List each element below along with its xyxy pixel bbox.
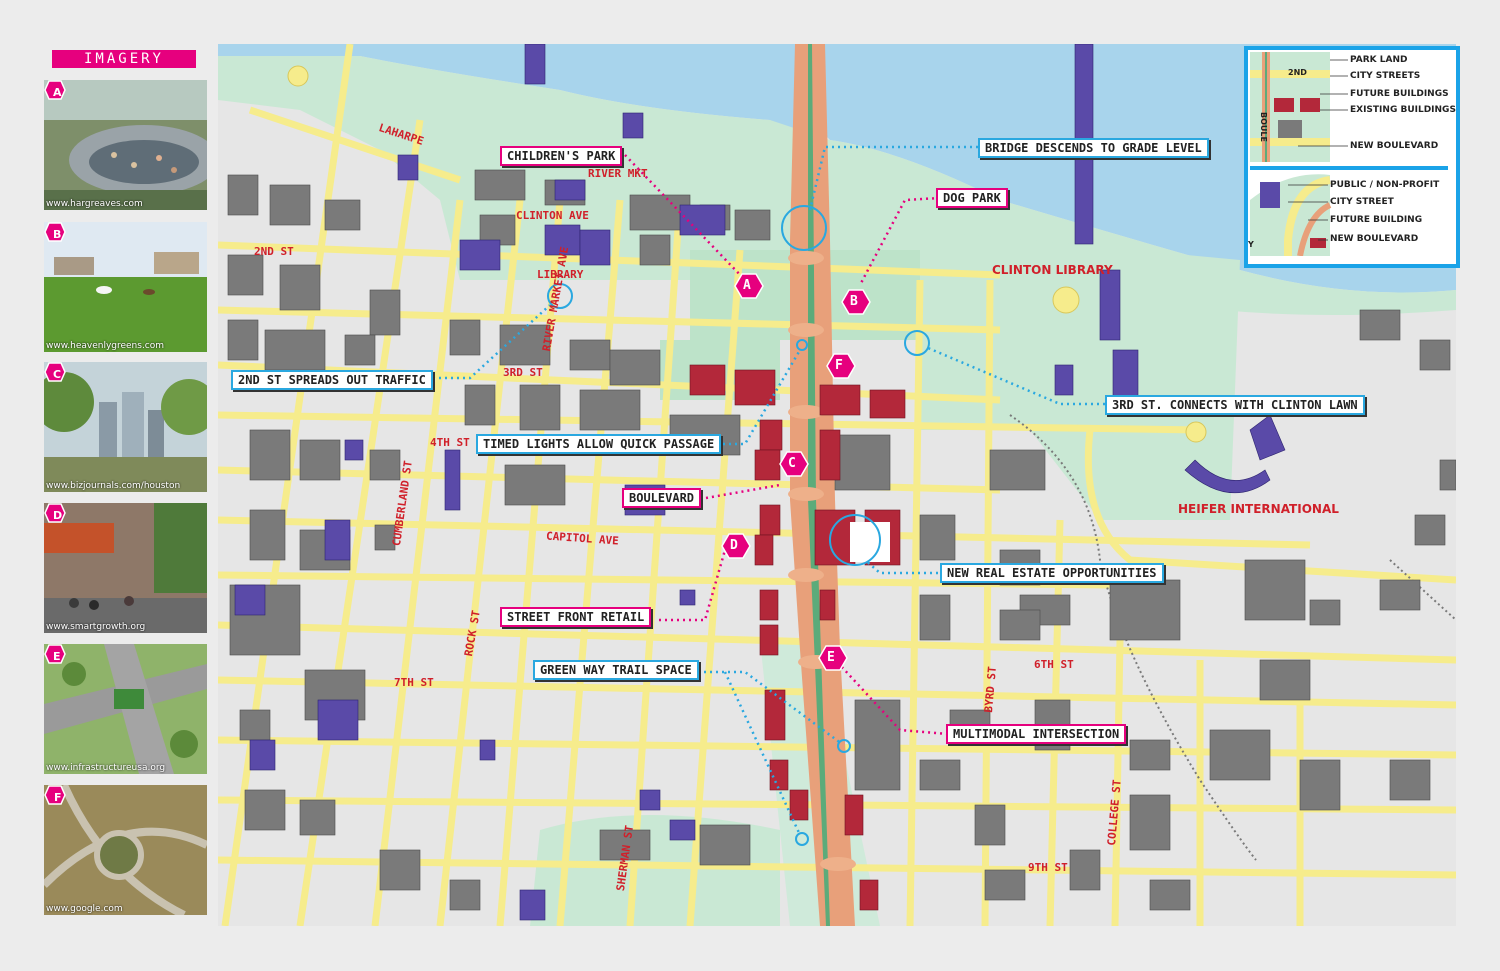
legend-side-label: BOULE (1259, 112, 1268, 142)
marker-a-letter: A (743, 278, 751, 293)
thumbnail-credit: www.heavenlygreens.com (46, 341, 165, 351)
street-retail-photo (44, 503, 207, 633)
intersection-rendering (44, 644, 207, 774)
boulevard-photo (44, 362, 207, 492)
imagery-title: IMAGERY (52, 50, 196, 68)
map-legend: 2ND BOULE PARK LAND CITY STREETS FUTURE … (1244, 46, 1460, 268)
callout-bridge-descends[interactable]: BRIDGE DESCENDS TO GRADE LEVEL (978, 138, 1209, 158)
callout-green-way-trail[interactable]: GREEN WAY TRAIL SPACE (533, 660, 699, 680)
thumbnail-credit: www.smartgrowth.org (46, 622, 146, 632)
legend-item-existing-buildings: EXISTING BUILDINGS (1350, 105, 1456, 115)
thumbnail-b-dog-park[interactable]: B www.heavenlygreens.com (44, 222, 207, 352)
thumbnail-credit: www.infrastructureusa.org (46, 763, 166, 773)
thumbnail-credit: www.bizjournals.com/houston (46, 481, 181, 491)
legend-item-public-non-profit: PUBLIC / NON-PROFIT (1330, 180, 1440, 190)
river-loop-circle (287, 65, 309, 87)
callout-street-front-retail[interactable]: STREET FRONT RETAIL (500, 607, 652, 627)
marker-e-letter: E (827, 650, 835, 665)
callout-2nd-st-spreads[interactable]: 2ND ST SPREADS OUT TRAFFIC (231, 370, 433, 390)
marker-f-letter: F (54, 791, 62, 804)
thumbnail-e-intersection[interactable]: E www.infrastructureusa.org (44, 644, 207, 774)
thumbnail-credit: www.hargreaves.com (46, 199, 143, 209)
callout-childrens-park[interactable]: CHILDREN'S PARK (500, 146, 623, 166)
clinton-library-circle (1052, 286, 1080, 314)
legend-item-new-boulevard: NEW BOULEVARD (1350, 141, 1439, 151)
marker-d-letter: D (730, 538, 738, 553)
thumbnail-d-street-retail[interactable]: D www.smartgrowth.org (44, 503, 207, 633)
legend-item-city-street: CITY STREET (1330, 197, 1394, 207)
callout-dog-park[interactable]: DOG PARK (936, 188, 1008, 208)
real-estate-site (850, 522, 890, 562)
legend-item-city-streets: CITY STREETS (1350, 71, 1421, 81)
callout-boulevard[interactable]: BOULEVARD (622, 488, 702, 508)
legend-item-new-boulevard-2: NEW BOULEVARD (1330, 234, 1419, 244)
callout-multimodal-intersection[interactable]: MULTIMODAL INTERSECTION (946, 724, 1127, 744)
marker-c-letter: C (53, 368, 62, 381)
callout-timed-lights[interactable]: TIMED LIGHTS ALLOW QUICK PASSAGE (476, 434, 722, 454)
callout-new-real-estate[interactable]: NEW REAL ESTATE OPPORTUNITIES (940, 563, 1164, 583)
thumbnail-f-interchange[interactable]: F www.google.com (44, 785, 207, 915)
marker-b-letter: B (850, 294, 858, 309)
marker-c-letter: C (788, 456, 796, 471)
marker-a-letter: A (53, 86, 62, 99)
marker-d-letter: D (53, 509, 63, 522)
legend-street-label: 2ND (1288, 68, 1307, 77)
fountain-plaza-photo (44, 80, 207, 210)
interchange-aerial-photo (44, 785, 207, 915)
thumbnail-c-boulevard[interactable]: C www.bizjournals.com/houston (44, 362, 207, 492)
legend-item-future-buildings: FUTURE BUILDINGS (1350, 89, 1449, 99)
marker-f-letter: F (835, 358, 843, 373)
heifer-circle (1185, 421, 1207, 443)
thumbnail-credit: www.google.com (46, 904, 123, 914)
legend-item-park-land: PARK LAND (1350, 55, 1408, 65)
thumbnail-a-fountain-plaza[interactable]: A www.hargreaves.com (44, 80, 207, 210)
callout-3rd-st-connects[interactable]: 3RD ST. CONNECTS WITH CLINTON LAWN (1105, 395, 1365, 415)
legend-item-future-building: FUTURE BUILDING (1330, 215, 1423, 225)
marker-b-letter: B (53, 228, 62, 241)
legend-bottom-side-label: Y (1248, 240, 1254, 249)
dog-park-photo (44, 222, 207, 352)
marker-e-letter: E (53, 650, 61, 663)
